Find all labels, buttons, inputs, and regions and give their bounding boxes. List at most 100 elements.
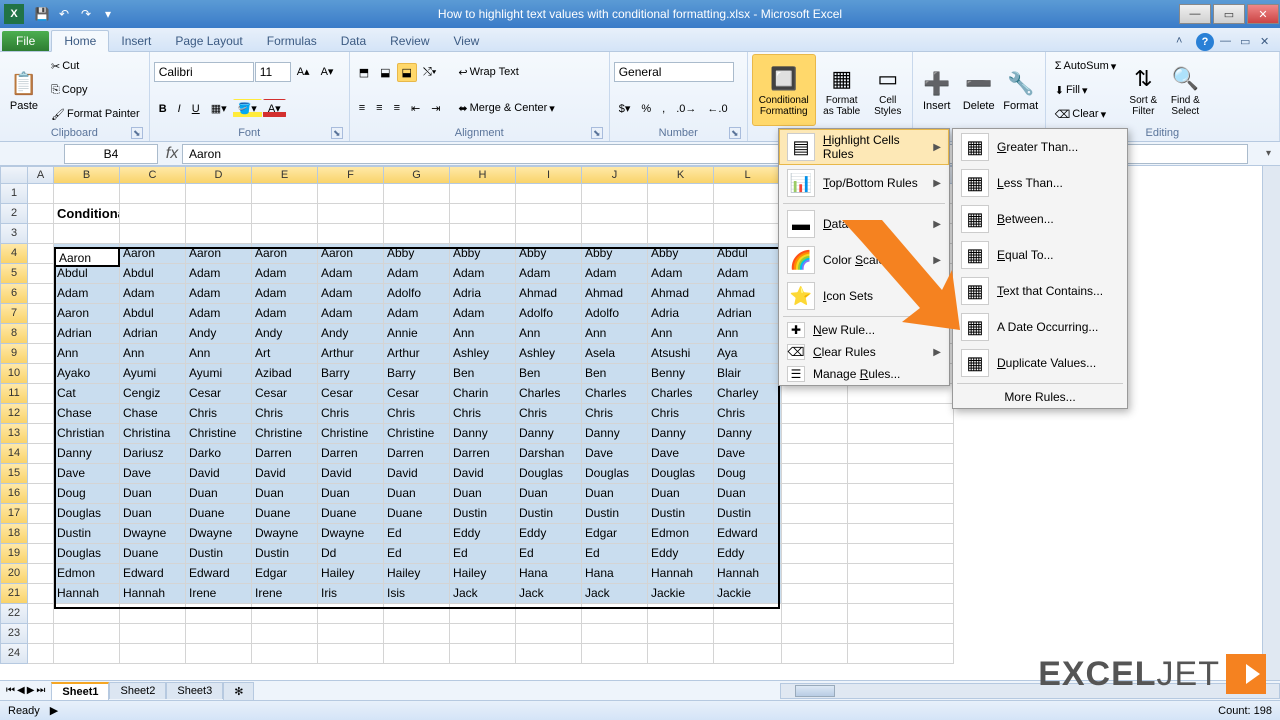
cell[interactable]: Ahmad bbox=[648, 284, 714, 304]
row-header[interactable]: 19 bbox=[0, 544, 28, 564]
paste-button[interactable]: 📋 Paste bbox=[4, 54, 44, 126]
sheet-prev-icon[interactable]: ◀ bbox=[17, 685, 25, 696]
column-header[interactable]: I bbox=[516, 166, 582, 184]
column-header[interactable]: H bbox=[450, 166, 516, 184]
cell[interactable]: Adam bbox=[252, 264, 318, 284]
cell[interactable]: Charles bbox=[582, 384, 648, 404]
cell[interactable] bbox=[120, 184, 186, 204]
row-header[interactable]: 21 bbox=[0, 584, 28, 604]
cell[interactable]: Adam bbox=[120, 284, 186, 304]
cell[interactable]: Adrian bbox=[54, 324, 120, 344]
cell[interactable] bbox=[384, 604, 450, 624]
column-header[interactable]: A bbox=[28, 166, 54, 184]
menu-equal-to[interactable]: ▦Equal To... bbox=[953, 237, 1127, 273]
cell[interactable]: Christina bbox=[120, 424, 186, 444]
cell[interactable] bbox=[318, 624, 384, 644]
cell[interactable]: Ann bbox=[516, 324, 582, 344]
name-box[interactable] bbox=[64, 144, 158, 164]
cell[interactable] bbox=[28, 264, 54, 284]
column-header[interactable]: D bbox=[186, 166, 252, 184]
cell[interactable] bbox=[28, 604, 54, 624]
cell[interactable]: Dd bbox=[318, 544, 384, 564]
cell[interactable]: Aaron bbox=[186, 244, 252, 264]
cell[interactable]: Ann bbox=[120, 344, 186, 364]
cell[interactable] bbox=[252, 644, 318, 664]
column-header[interactable]: F bbox=[318, 166, 384, 184]
cell[interactable] bbox=[28, 184, 54, 204]
cell[interactable] bbox=[582, 644, 648, 664]
percent-icon[interactable]: % bbox=[636, 100, 656, 118]
insert-cells-button[interactable]: ➕Insert bbox=[917, 54, 957, 126]
cell[interactable]: Abby bbox=[450, 244, 516, 264]
align-center-icon[interactable]: ≡ bbox=[371, 99, 387, 117]
cell[interactable] bbox=[582, 184, 648, 204]
cell[interactable]: Ed bbox=[450, 544, 516, 564]
orientation-icon[interactable]: ⤭▾ bbox=[418, 63, 441, 82]
menu-manage-rules[interactable]: ☰ Manage Rules... bbox=[779, 363, 949, 385]
cell[interactable]: Edmon bbox=[54, 564, 120, 584]
cell[interactable]: Ahmad bbox=[516, 284, 582, 304]
close-button[interactable]: ✕ bbox=[1247, 4, 1279, 24]
cell[interactable] bbox=[782, 644, 848, 664]
cell[interactable] bbox=[28, 384, 54, 404]
menu-between[interactable]: ▦Between... bbox=[953, 201, 1127, 237]
cell[interactable]: Ben bbox=[516, 364, 582, 384]
sheet-tab-1[interactable]: Sheet1 bbox=[51, 682, 109, 700]
cell[interactable]: Hannah bbox=[54, 584, 120, 604]
cell[interactable]: David bbox=[384, 464, 450, 484]
cell[interactable]: Annie bbox=[384, 324, 450, 344]
cell[interactable] bbox=[648, 204, 714, 224]
format-as-table-button[interactable]: ▦ Format as Table bbox=[818, 54, 866, 126]
cell[interactable] bbox=[252, 604, 318, 624]
cell[interactable]: Abdul bbox=[120, 264, 186, 284]
cell[interactable]: Danny bbox=[582, 424, 648, 444]
cell[interactable] bbox=[450, 184, 516, 204]
cell[interactable] bbox=[848, 484, 954, 504]
cell[interactable]: Irene bbox=[186, 584, 252, 604]
cell[interactable] bbox=[28, 564, 54, 584]
cell[interactable]: Hana bbox=[582, 564, 648, 584]
cell[interactable]: Edgar bbox=[252, 564, 318, 584]
cell[interactable]: Adam bbox=[186, 284, 252, 304]
row-header[interactable]: 8 bbox=[0, 324, 28, 344]
menu-less-than[interactable]: ▦Less Than... bbox=[953, 165, 1127, 201]
row-header[interactable]: 10 bbox=[0, 364, 28, 384]
cell[interactable]: Chris bbox=[186, 404, 252, 424]
menu-color-scales[interactable]: 🌈 Color Scales ▶ bbox=[779, 242, 949, 278]
italic-button[interactable]: I bbox=[173, 100, 186, 118]
find-select-button[interactable]: 🔍Find & Select bbox=[1165, 54, 1205, 126]
cell[interactable] bbox=[582, 204, 648, 224]
cell[interactable] bbox=[186, 224, 252, 244]
cell[interactable]: Aya bbox=[714, 344, 782, 364]
cell[interactable]: Adam bbox=[186, 304, 252, 324]
cell[interactable] bbox=[28, 644, 54, 664]
sheet-next-icon[interactable]: ▶ bbox=[27, 685, 35, 696]
cell[interactable]: Iris bbox=[318, 584, 384, 604]
cell[interactable]: Adam bbox=[582, 264, 648, 284]
cell[interactable]: Eddy bbox=[450, 524, 516, 544]
fill-button[interactable]: ⬇Fill▾ bbox=[1050, 81, 1122, 100]
cell[interactable]: Duan bbox=[582, 484, 648, 504]
cell[interactable]: Dave bbox=[120, 464, 186, 484]
row-header[interactable]: 6 bbox=[0, 284, 28, 304]
cell[interactable]: Dustin bbox=[516, 504, 582, 524]
cell[interactable]: Cesar bbox=[318, 384, 384, 404]
font-dialog-icon[interactable]: ⬊ bbox=[331, 127, 343, 139]
cell[interactable] bbox=[54, 624, 120, 644]
cell[interactable]: Chris bbox=[318, 404, 384, 424]
menu-top-bottom-rules[interactable]: 📊 Top/Bottom Rules ▶ bbox=[779, 165, 949, 201]
cell[interactable]: Adam bbox=[318, 304, 384, 324]
cell[interactable] bbox=[648, 604, 714, 624]
cell[interactable]: Duane bbox=[318, 504, 384, 524]
increase-indent-icon[interactable]: ⇥ bbox=[426, 99, 445, 118]
cell[interactable]: Douglas bbox=[516, 464, 582, 484]
row-header[interactable]: 9 bbox=[0, 344, 28, 364]
cell[interactable] bbox=[848, 564, 954, 584]
cell[interactable]: Darren bbox=[252, 444, 318, 464]
cell[interactable]: Atsushi bbox=[648, 344, 714, 364]
align-bottom-icon[interactable]: ⬓ bbox=[397, 63, 417, 82]
cell[interactable] bbox=[516, 184, 582, 204]
column-header[interactable]: B bbox=[54, 166, 120, 184]
cell[interactable]: Chris bbox=[384, 404, 450, 424]
cell[interactable] bbox=[714, 604, 782, 624]
